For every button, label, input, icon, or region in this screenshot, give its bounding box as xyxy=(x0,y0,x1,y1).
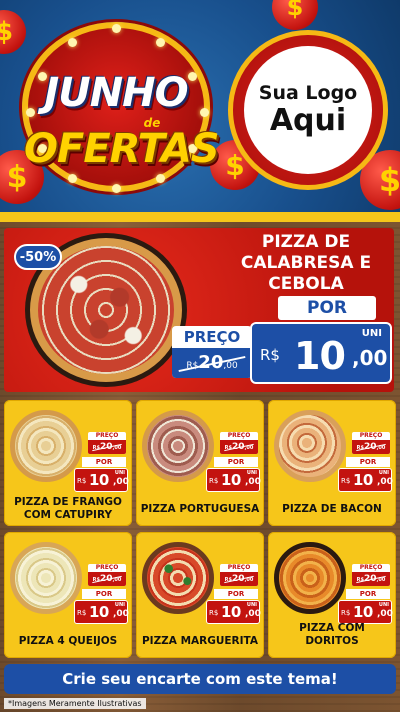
disclaimer-text: *Imagens Meramente Ilustrativas xyxy=(4,698,146,709)
divider-strip xyxy=(0,212,400,222)
hero-price-dec: ,00 xyxy=(352,346,388,370)
hero-currency: R$ xyxy=(260,346,280,364)
hero-unit: UNI xyxy=(361,328,382,339)
discount-badge: -50% xyxy=(14,244,62,270)
price: R$ 10,00 UNI xyxy=(338,468,393,492)
title-marquee: JUNHO de OFERTAS xyxy=(22,22,220,193)
pizza-bacon-image xyxy=(274,410,346,482)
product-card[interactable]: PREÇOR$20,00 POR R$10,00UNI PIZZA PORTUG… xyxy=(136,400,264,526)
hero-old-price: PREÇO R$20,00 xyxy=(172,326,252,378)
logo-placeholder[interactable]: Sua Logo Aqui xyxy=(244,46,372,174)
hero-old-price-label: PREÇO xyxy=(183,328,241,346)
old-price: PREÇOR$20,00 xyxy=(88,432,126,454)
por-label: POR xyxy=(214,457,258,467)
price: R$ 10,00 UNI xyxy=(74,600,129,624)
old-price: PREÇOR$20,00 xyxy=(88,564,126,586)
logo-text-line1: Sua Logo xyxy=(258,82,358,104)
pizza-4-queijos-image xyxy=(10,542,82,614)
product-name: PIZZA DE BACON xyxy=(282,503,382,515)
pizza-marguerita-image xyxy=(142,542,214,614)
title-ofertas: OFERTAS xyxy=(24,126,220,172)
old-price: PREÇOR$20,00 xyxy=(220,564,258,586)
coin-icon: $ xyxy=(272,0,318,30)
old-price: PREÇOR$20,00 xyxy=(352,432,390,454)
logo-text-line2: Aqui xyxy=(269,103,347,138)
title-junho: JUNHO xyxy=(44,70,188,116)
product-name: PIZZA 4 QUEIJOS xyxy=(18,635,118,647)
hero-old-dec: ,00 xyxy=(223,361,238,371)
product-name: PIZZA PORTUGUESA xyxy=(140,503,260,515)
por-label: POR xyxy=(346,457,390,467)
por-label: POR xyxy=(214,589,258,599)
price: R$ 10,00 UNI xyxy=(206,600,261,624)
por-label: POR xyxy=(82,457,126,467)
old-price: PREÇOR$20,00 xyxy=(352,564,390,586)
header-banner: $ $ $ $ $ JUNHO de OFERTAS Sua Logo Aqui xyxy=(0,0,400,216)
product-card[interactable]: PREÇOR$20,00 POR R$10,00UNI PIZZA DE FRA… xyxy=(4,400,132,526)
product-name: PIZZA COM DORITOS xyxy=(299,622,365,647)
product-card[interactable]: PREÇOR$20,00 POR R$10,00UNI PIZZA COM DO… xyxy=(268,532,396,658)
price: R$ 10,00 UNI xyxy=(206,468,261,492)
pizza-frango-image xyxy=(10,410,82,482)
product-card[interactable]: PREÇOR$20,00 POR R$10,00UNI PIZZA MARGUE… xyxy=(136,532,264,658)
pizza-portuguesa-image xyxy=(142,410,214,482)
product-card[interactable]: PREÇOR$20,00 POR R$10,00UNI PIZZA DE BAC… xyxy=(268,400,396,526)
product-name: PIZZA DE FRANGO COM CATUPIRY xyxy=(14,496,122,521)
hero-product-name: PIZZA DE CALABRESA E CEBOLA xyxy=(240,232,372,294)
coin-icon: $ xyxy=(0,10,26,54)
por-label: POR xyxy=(346,589,390,599)
price: R$ 10,00 UNI xyxy=(338,600,393,624)
price: R$ 10,00 UNI xyxy=(74,468,129,492)
pizza-doritos-image xyxy=(274,542,346,614)
por-label: POR xyxy=(82,589,126,599)
hero-price: UNI R$ 10 ,00 xyxy=(250,322,392,384)
old-price: PREÇOR$20,00 xyxy=(220,432,258,454)
hero-price-int: 10 xyxy=(294,334,346,378)
create-flyer-button[interactable]: Crie seu encarte com este tema! xyxy=(4,664,396,694)
hero-por-label: POR xyxy=(278,296,376,320)
product-name: PIZZA MARGUERITA xyxy=(141,635,259,647)
product-card[interactable]: PREÇOR$20,00 POR R$10,00UNI PIZZA 4 QUEI… xyxy=(4,532,132,658)
